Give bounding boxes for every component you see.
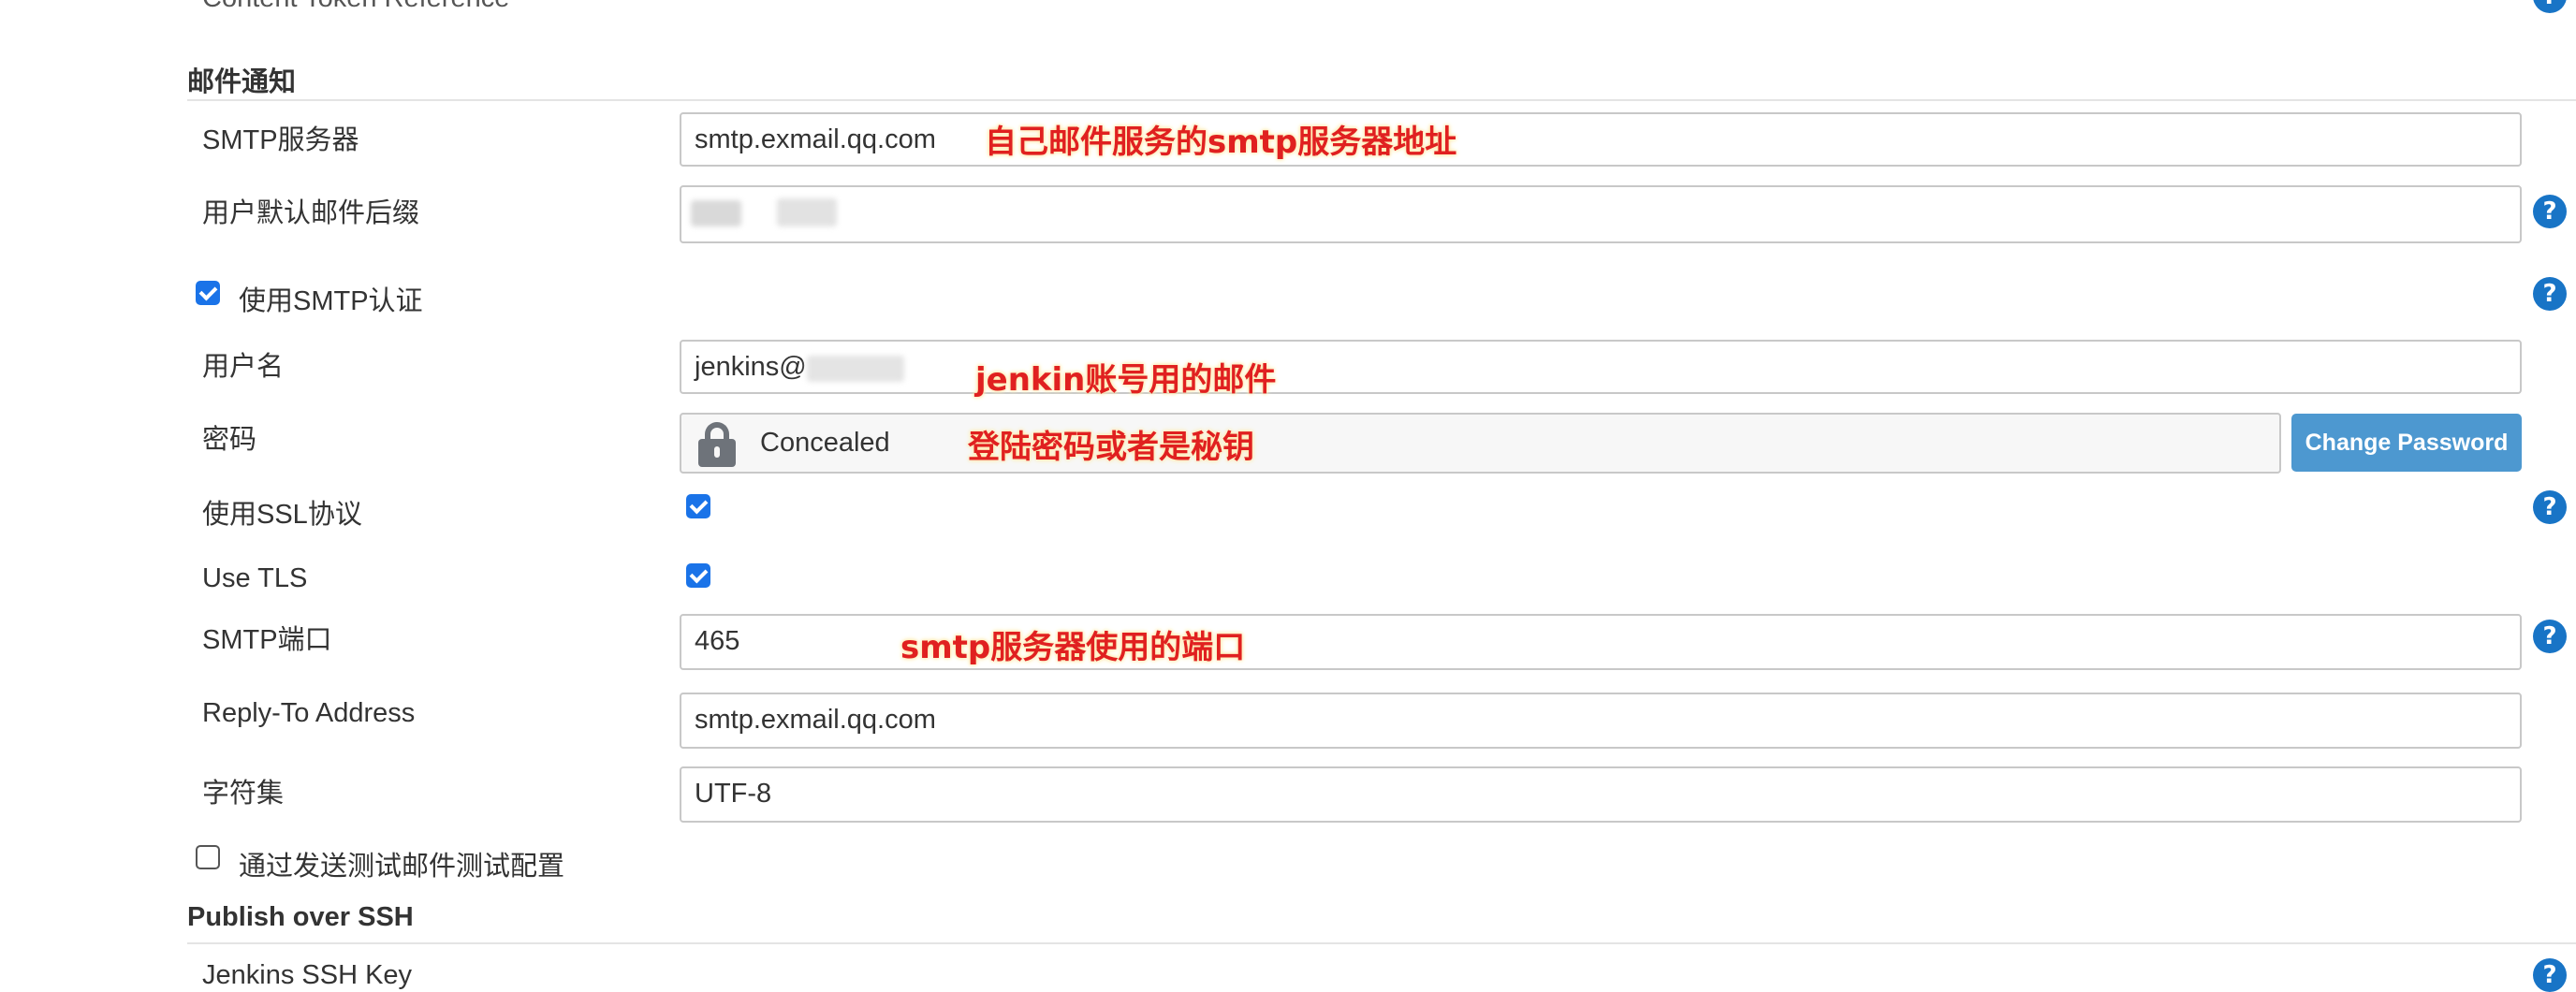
smtp-server-input[interactable]: smtp.exmail.qq.com <box>680 112 2522 167</box>
reply-to-label: Reply-To Address <box>202 698 416 728</box>
charset-input[interactable]: UTF-8 <box>680 766 2522 823</box>
section-divider <box>187 99 2576 101</box>
reply-to-input[interactable]: smtp.exmail.qq.com <box>680 693 2522 749</box>
smtp-server-label: SMTP服务器 <box>202 125 359 155</box>
change-password-button[interactable]: Change Password <box>2291 414 2522 472</box>
password-concealed-text: Concealed <box>760 428 890 458</box>
content-token-reference-label: Content Token Reference <box>202 0 509 14</box>
smtp-port-annotation: smtp服务器使用的端口 <box>900 629 1246 666</box>
redacted-suffix <box>777 198 837 226</box>
section-title-ssh: Publish over SSH <box>187 902 414 932</box>
use-tls-label: Use TLS <box>202 563 308 593</box>
help-icon[interactable]: ? <box>2533 620 2567 653</box>
username-input[interactable]: jenkins@ <box>680 340 2522 394</box>
default-suffix-input[interactable] <box>680 185 2522 243</box>
section-divider <box>187 942 2576 944</box>
help-icon[interactable]: ? <box>2533 277 2567 311</box>
password-annotation: 登陆密码或者是秘钥 <box>968 429 1254 466</box>
redacted-suffix <box>691 200 741 226</box>
help-icon[interactable]: ? <box>2533 195 2567 228</box>
test-config-label: 通过发送测试邮件测试配置 <box>239 852 565 882</box>
test-config-checkbox[interactable] <box>196 845 220 869</box>
section-title-mail: 邮件通知 <box>187 67 297 97</box>
smtp-server-annotation: 自己邮件服务的smtp服务器地址 <box>985 124 1457 161</box>
charset-label: 字符集 <box>202 779 285 809</box>
use-smtp-auth-checkbox[interactable] <box>196 281 220 305</box>
redacted-username <box>807 356 904 382</box>
password-field[interactable]: Concealed <box>680 413 2281 474</box>
help-icon[interactable]: ? <box>2533 958 2567 992</box>
use-tls-checkbox[interactable] <box>686 563 710 588</box>
use-ssl-checkbox[interactable] <box>686 494 710 518</box>
use-smtp-auth-label: 使用SMTP认证 <box>239 286 423 316</box>
smtp-port-label: SMTP端口 <box>202 625 332 655</box>
username-annotation: jenkin账号用的邮件 <box>975 361 1277 399</box>
help-icon[interactable]: ? <box>2533 490 2567 524</box>
help-icon[interactable]: ? <box>2533 0 2567 13</box>
default-suffix-label: 用户默认邮件后缀 <box>202 198 420 228</box>
jenkins-ssh-key-label: Jenkins SSH Key <box>202 960 413 990</box>
use-ssl-label: 使用SSL协议 <box>202 500 362 530</box>
username-label: 用户名 <box>202 352 285 382</box>
password-label: 密码 <box>202 425 257 455</box>
